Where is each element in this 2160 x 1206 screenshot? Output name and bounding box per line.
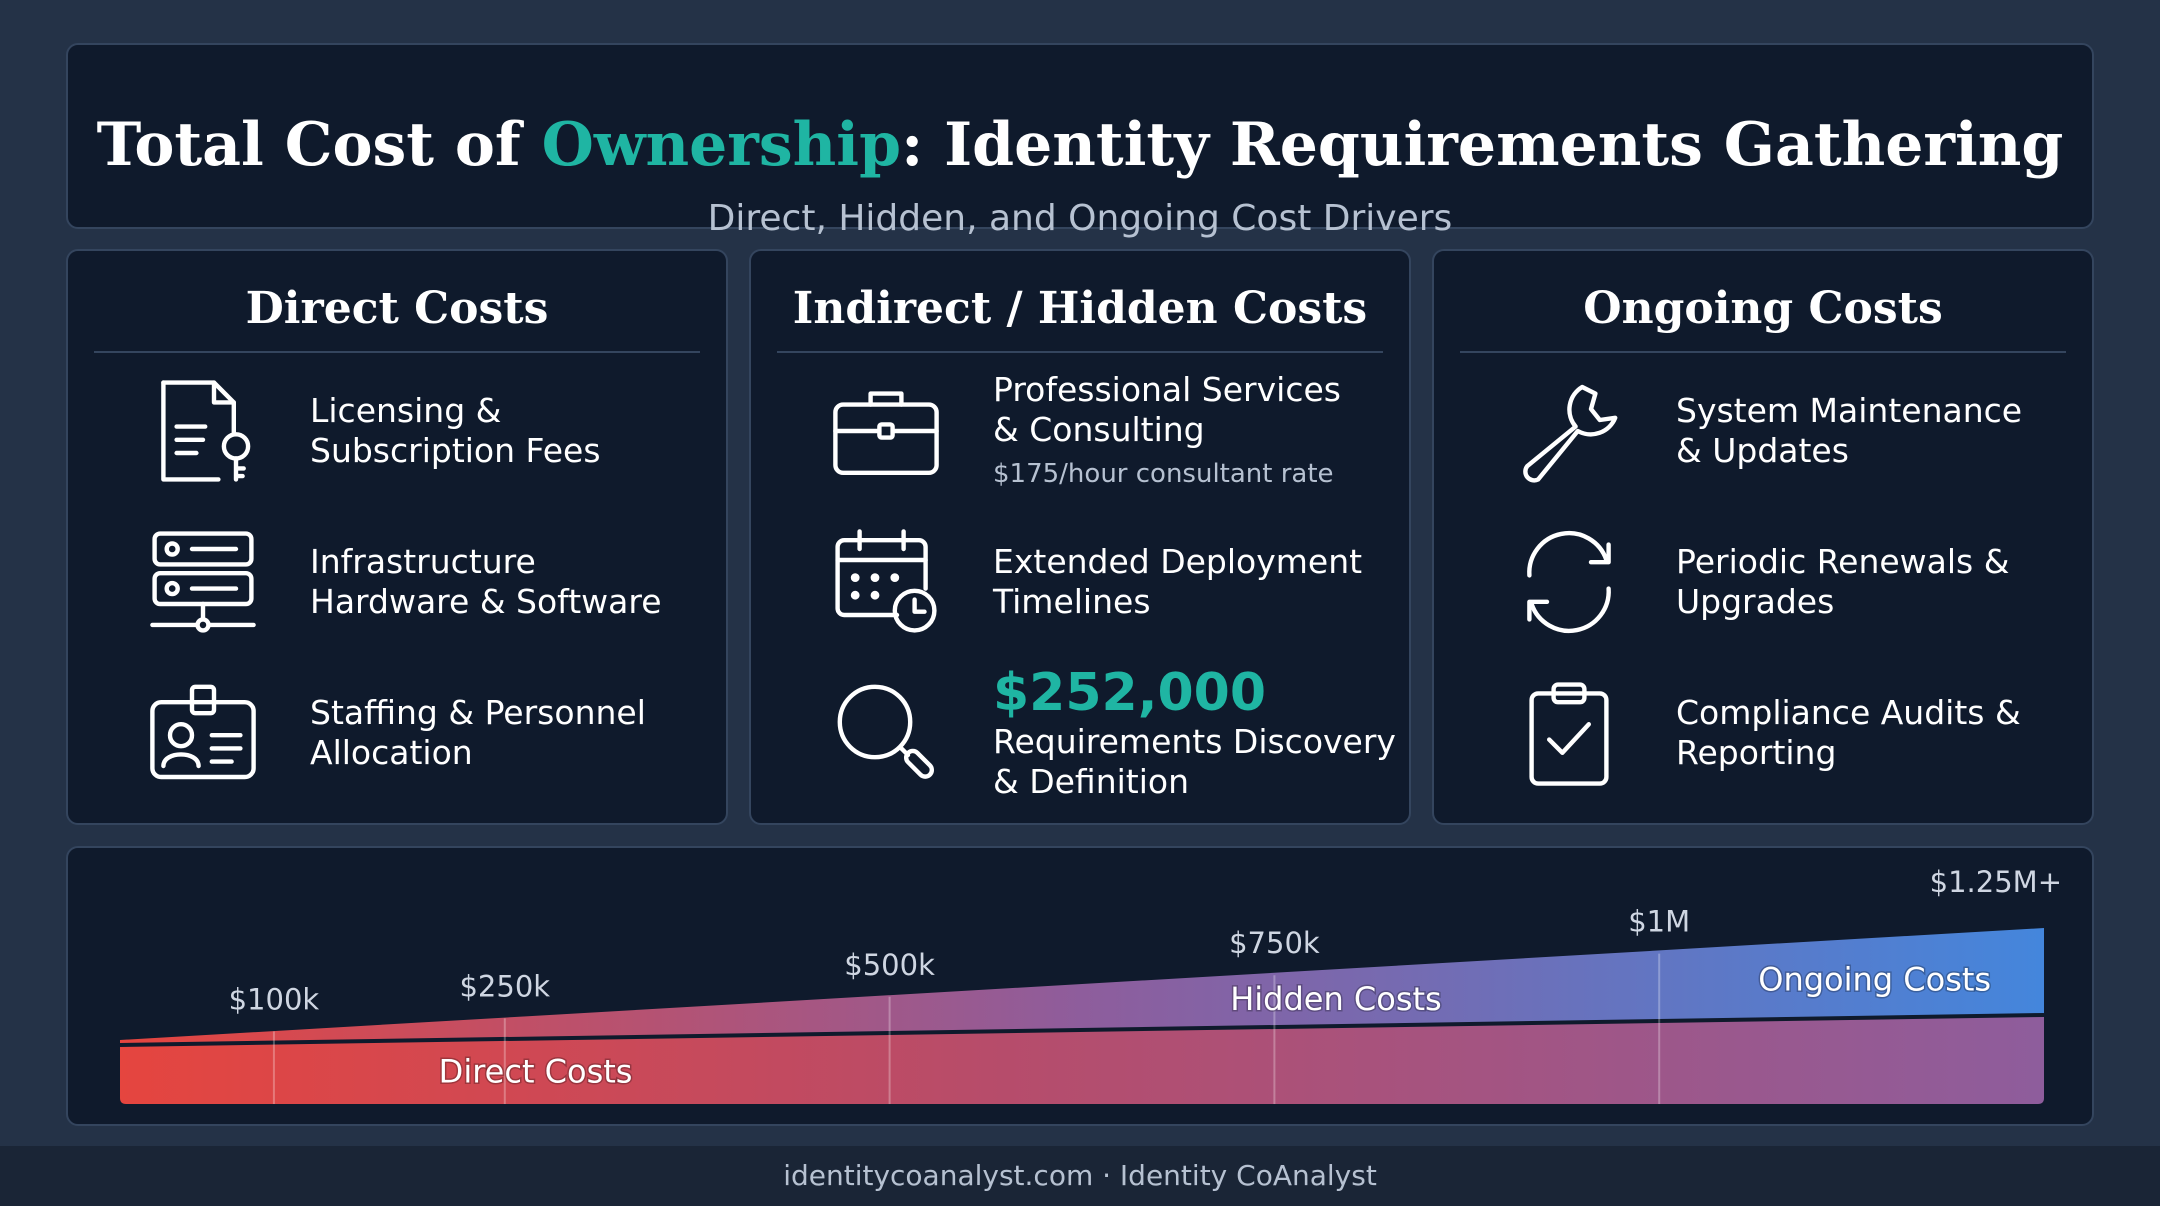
discovery-cost-value: $252,000 xyxy=(993,663,1267,723)
list-item: $252,000 Requirements Discovery & Defini… xyxy=(751,658,1409,808)
consultant-rate-note: $175/hour consultant rate xyxy=(993,459,1334,489)
id-badge-icon xyxy=(148,678,258,788)
ongoing-costs-title: Ongoing Costs xyxy=(1583,283,1943,334)
maintenance-label: System Maintenance & Updates xyxy=(1676,391,2023,470)
title-part-2: : Identity Requirements Gathering xyxy=(901,110,2064,180)
footer: identitycoanalyst.com · Identity CoAnaly… xyxy=(0,1146,2160,1206)
licensing-label: Licensing & Subscription Fees xyxy=(310,391,601,470)
page-title: Total Cost of Ownership: Identity Requir… xyxy=(68,109,2092,181)
deployment-label: Extended Deployment Timelines xyxy=(993,542,1363,621)
cost-chart: $100k $250k $500k $750k $1M $1.25M+ Direct Co… xyxy=(119,865,2062,1104)
header-panel: Total Cost of Ownership: Identity Requir… xyxy=(66,43,2094,239)
discovery-label: Requirements Discovery & Definition xyxy=(993,722,1396,801)
tick-label: $250k xyxy=(459,969,550,1003)
briefcase-icon xyxy=(831,376,941,486)
tick-label: $500k xyxy=(844,948,935,982)
services-label: Professional Services & Consulting xyxy=(993,370,1341,449)
clipboard-check-icon xyxy=(1514,678,1624,788)
compliance-label: Compliance Audits & Reporting xyxy=(1676,693,2021,772)
page-subtitle: Direct, Hidden, and Ongoing Cost Drivers xyxy=(707,198,1453,239)
list-item: Periodic Renewals & Upgrades xyxy=(1434,507,2092,657)
title-accent: Ownership xyxy=(541,110,902,180)
tick-label: $100k xyxy=(229,982,320,1016)
tick-label: $750k xyxy=(1229,926,1320,960)
divider xyxy=(777,351,1383,353)
list-item: Compliance Audits & Reporting xyxy=(1434,658,2092,808)
calendar-clock-icon xyxy=(831,527,941,637)
staffing-label: Staffing & Personnel Allocation xyxy=(310,693,646,772)
band-label: Direct Costs xyxy=(439,1052,633,1090)
list-item: Staffing & Personnel Allocation xyxy=(68,658,726,808)
direct-costs-panel: Direct Costs Licensing & Subscription Fe… xyxy=(66,249,728,825)
magnifier-icon xyxy=(831,678,941,788)
ongoing-costs-panel: Ongoing Costs System Maintenance & Updat… xyxy=(1432,249,2094,825)
refresh-icon xyxy=(1514,527,1624,637)
divider xyxy=(94,351,700,353)
list-item: Professional Services & Consulting $175/… xyxy=(751,356,1409,506)
hidden-costs-panel: Indirect / Hidden Costs Professional Ser… xyxy=(749,249,1411,825)
tick-label: $1.25M+ xyxy=(1930,865,2062,899)
wrench-icon xyxy=(1514,376,1624,486)
list-item: Extended Deployment Timelines xyxy=(751,507,1409,657)
document-key-icon xyxy=(148,376,258,486)
direct-costs-title: Direct Costs xyxy=(245,283,549,334)
infrastructure-label: Infrastructure Hardware & Software xyxy=(310,542,662,621)
title-part-1: Total Cost of xyxy=(96,110,542,180)
hidden-costs-title: Indirect / Hidden Costs xyxy=(792,283,1368,334)
cost-chart-panel: $100k $250k $500k $750k $1M $1.25M+ Direct Co… xyxy=(66,846,2094,1126)
renewals-label: Periodic Renewals & Upgrades xyxy=(1676,542,2010,621)
list-item: Infrastructure Hardware & Software xyxy=(68,507,726,657)
server-icon xyxy=(148,527,258,637)
list-item: Licensing & Subscription Fees xyxy=(68,356,726,506)
tick-label: $1M xyxy=(1628,905,1690,939)
band-label: Ongoing Costs xyxy=(1758,961,1991,999)
divider xyxy=(1460,351,2066,353)
list-item: System Maintenance & Updates xyxy=(1434,356,2092,506)
band-label: Hidden Costs xyxy=(1230,980,1442,1018)
